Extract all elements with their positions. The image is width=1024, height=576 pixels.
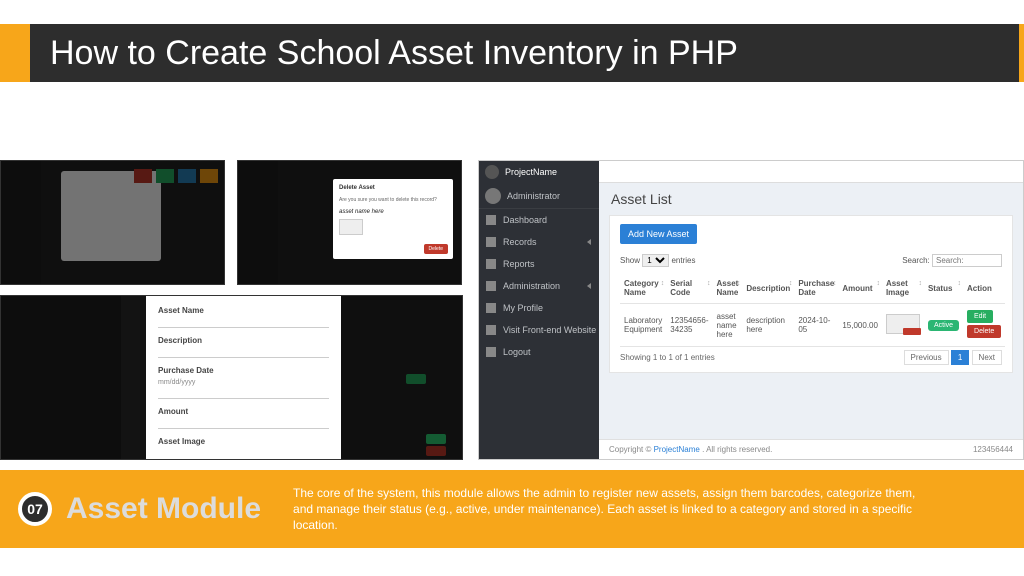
placeholder-purchase-date: mm/dd/yyyy	[158, 379, 329, 386]
asset-list-panel: Add New Asset Show 1 entries Search:	[609, 215, 1013, 373]
cell-image	[882, 304, 924, 347]
col-image[interactable]: Asset Image↕	[882, 273, 924, 304]
title-band: How to Create School Asset Inventory in …	[0, 24, 1024, 82]
thumb-delete-modal: Delete Asset Are you sure you want to de…	[237, 160, 462, 285]
nav-reports[interactable]: Reports	[479, 253, 599, 275]
globe-icon	[486, 325, 496, 335]
footer-version: 123456444	[973, 445, 1013, 454]
module-description: The core of the system, this module allo…	[293, 485, 923, 534]
length-select[interactable]: 1	[642, 254, 669, 267]
thumb-dashboard-darkened	[0, 160, 225, 285]
footer-copy-prefix: Copyright ©	[609, 445, 654, 454]
nav-label: Reports	[503, 259, 535, 269]
nav-dashboard[interactable]: Dashboard	[479, 209, 599, 231]
cell-serial: 12354656-34235	[666, 304, 712, 347]
search-label: Search:	[902, 256, 930, 265]
delete-modal-prompt: Are you sure you want to delete this rec…	[339, 197, 447, 203]
col-action: Action	[963, 273, 1005, 304]
label-asset-name: Asset Name	[158, 306, 329, 315]
module-title: Asset Module	[66, 492, 261, 526]
footer-project-link[interactable]: ProjectName	[654, 445, 700, 454]
status-badge: Active	[928, 320, 959, 331]
search-input[interactable]	[932, 254, 1002, 267]
pager-next[interactable]: Next	[972, 350, 1002, 365]
nav-label: Dashboard	[503, 215, 547, 225]
app-topbar	[599, 161, 1023, 183]
nav-logout[interactable]: Logout	[479, 341, 599, 363]
logout-icon	[486, 347, 496, 357]
col-serial[interactable]: Serial Code↕	[666, 273, 712, 304]
col-date[interactable]: Purchase Date↕	[794, 273, 838, 304]
nav-records[interactable]: Records	[479, 231, 599, 253]
nav-label: Visit Front-end Website	[503, 325, 596, 335]
nav-administration[interactable]: Administration	[479, 275, 599, 297]
nav-my-profile[interactable]: My Profile	[479, 297, 599, 319]
col-category[interactable]: Category Name↕	[620, 273, 666, 304]
table-info-text: Showing 1 to 1 of 1 entries	[620, 353, 715, 362]
label-purchase-date: Purchase Date	[158, 366, 329, 375]
label-amount: Amount	[158, 407, 329, 416]
screenshot-gallery: Delete Asset Are you sure you want to de…	[0, 160, 1024, 460]
length-suffix: entries	[671, 256, 695, 265]
chevron-left-icon	[587, 283, 591, 289]
table-row: Laboratory Equipment 12354656-34235 asse…	[620, 304, 1005, 347]
app-sidebar: ProjectName Administrator Dashboard Reco…	[479, 161, 599, 459]
slide-title: How to Create School Asset Inventory in …	[50, 34, 738, 73]
app-shot-asset-list: ProjectName Administrator Dashboard Reco…	[478, 160, 1024, 460]
nav-label: My Profile	[503, 303, 543, 313]
cell-action: Edit Delete	[963, 304, 1005, 347]
records-icon	[486, 237, 496, 247]
app-footer: Copyright © ProjectName . All rights res…	[599, 439, 1023, 459]
table-header-row: Category Name↕ Serial Code↕ Asset Name↕ …	[620, 273, 1005, 304]
nav-label: Administration	[503, 281, 560, 291]
asset-table: Category Name↕ Serial Code↕ Asset Name↕ …	[620, 273, 1005, 347]
dashboard-icon	[486, 215, 496, 225]
cell-status: Active	[924, 304, 963, 347]
cell-description: description here	[742, 304, 794, 347]
delete-modal-asset-name: asset name here	[339, 209, 447, 215]
cell-amount: 15,000.00	[838, 304, 882, 347]
delete-confirm-button[interactable]: Delete	[424, 244, 448, 254]
table-pager: Previous 1 Next	[904, 353, 1003, 362]
nav-frontend[interactable]: Visit Front-end Website	[479, 319, 599, 341]
edit-button[interactable]: Edit	[967, 310, 993, 323]
cell-asset-name: asset name here	[713, 304, 743, 347]
pager-current[interactable]: 1	[951, 350, 969, 365]
reports-icon	[486, 259, 496, 269]
delete-modal-image	[339, 219, 363, 235]
pager-prev[interactable]: Previous	[904, 350, 949, 365]
table-length-control: Show 1 entries	[620, 254, 696, 267]
table-search-control: Search:	[902, 254, 1002, 267]
footer-rights: . All rights reserved.	[702, 445, 772, 454]
nav-label: Logout	[503, 347, 531, 357]
administration-icon	[486, 281, 496, 291]
col-amount[interactable]: Amount↕	[838, 273, 882, 304]
chevron-left-icon	[587, 239, 591, 245]
col-description[interactable]: Description↕	[742, 273, 794, 304]
cell-date: 2024-10-05	[794, 304, 838, 347]
brand: ProjectName	[479, 161, 599, 183]
delete-button[interactable]: Delete	[967, 325, 1001, 338]
profile-icon	[486, 303, 496, 313]
col-status[interactable]: Status↕	[924, 273, 963, 304]
sidebar-user: Administrator	[479, 183, 599, 209]
delete-modal-title: Delete Asset	[339, 185, 447, 191]
app-content: Asset List Add New Asset Show 1 entries …	[599, 161, 1023, 459]
asset-thumb	[886, 314, 920, 334]
col-asset-name[interactable]: Asset Name↕	[713, 273, 743, 304]
module-number: 07	[18, 492, 52, 526]
module-band: 07 Asset Module The core of the system, …	[0, 470, 1024, 548]
delete-modal: Delete Asset Are you sure you want to de…	[333, 179, 453, 259]
cell-category: Laboratory Equipment	[620, 304, 666, 347]
thumb-asset-form: Asset Name Description Purchase Date mm/…	[0, 295, 463, 460]
label-asset-image: Asset Image	[158, 437, 329, 446]
asset-form-panel: Asset Name Description Purchase Date mm/…	[146, 296, 341, 459]
label-description: Description	[158, 336, 329, 345]
length-prefix: Show	[620, 256, 640, 265]
page-title: Asset List	[599, 183, 1023, 211]
title-inner: How to Create School Asset Inventory in …	[30, 24, 1019, 82]
add-new-asset-button[interactable]: Add New Asset	[620, 224, 697, 244]
nav-label: Records	[503, 237, 537, 247]
